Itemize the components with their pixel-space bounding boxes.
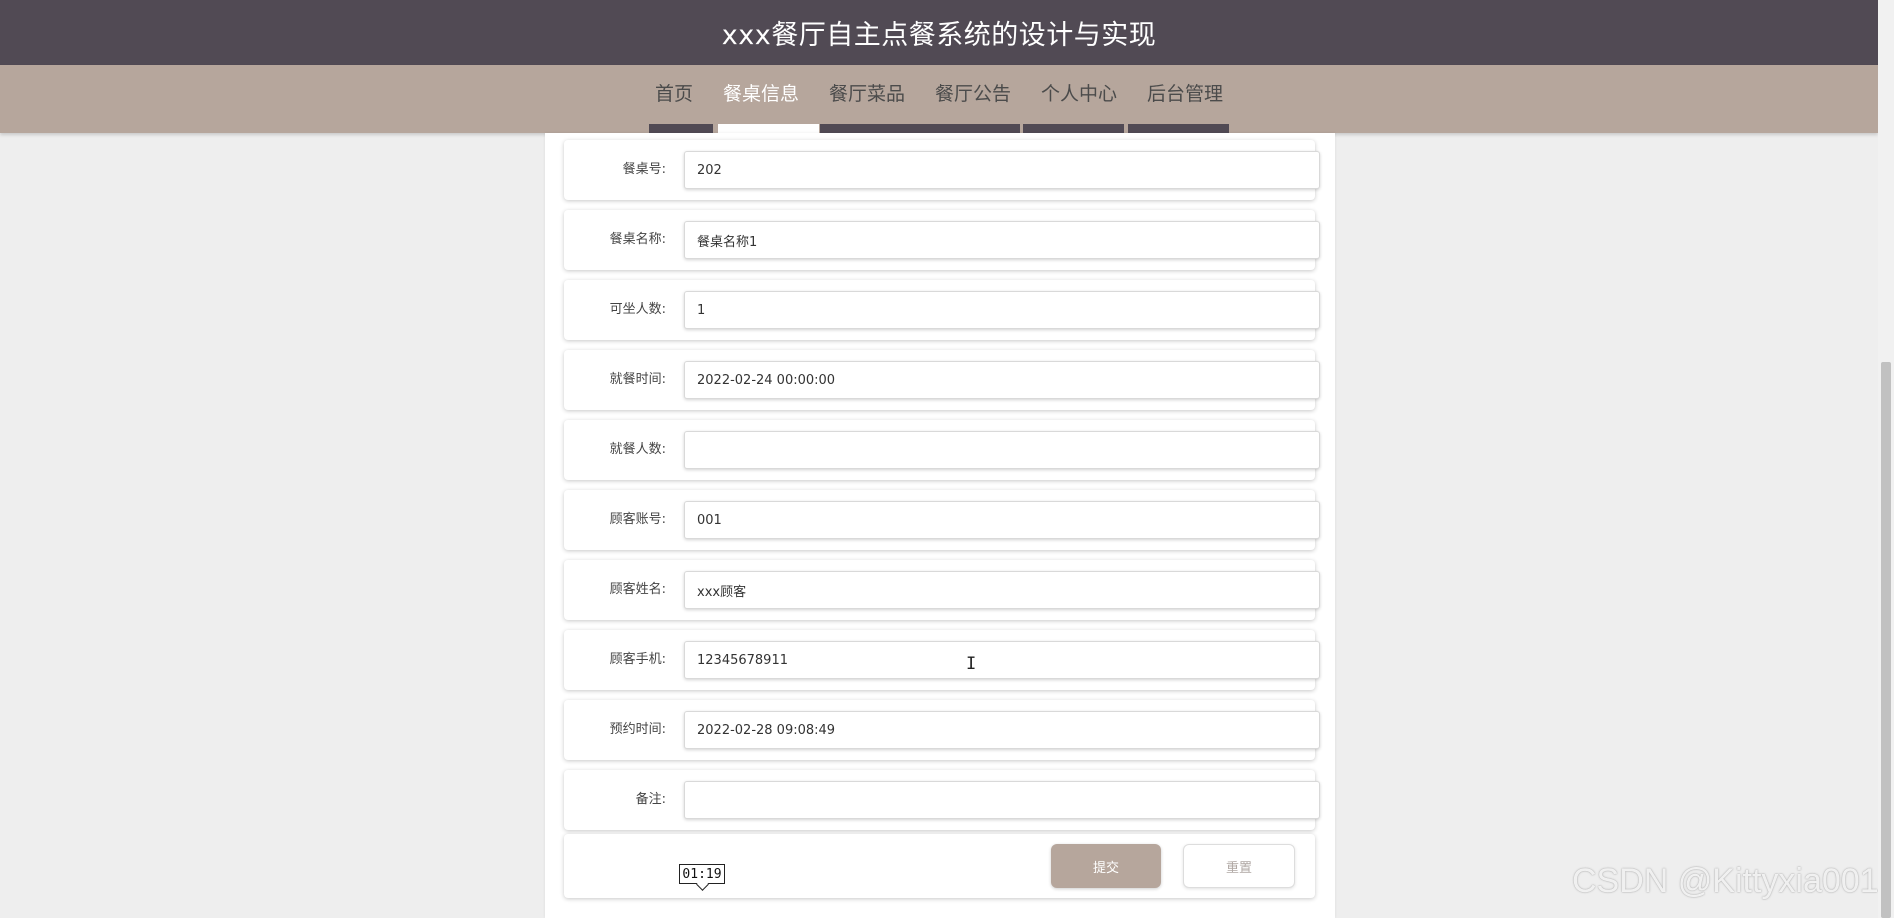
site-header: xxx餐厅自主点餐系统的设计与实现 [0, 0, 1878, 65]
nav-item-tables[interactable]: 餐桌信息 [708, 65, 814, 123]
main-nav: 首页 餐桌信息 餐厅菜品 餐厅公告 个人中心 后台管理 [0, 65, 1878, 133]
form-row-diners: 就餐人数: [564, 420, 1320, 480]
scrollbar-thumb[interactable] [1881, 362, 1891, 918]
input-diners[interactable] [684, 431, 1320, 469]
input-customer-phone[interactable] [684, 641, 1320, 679]
label-diners: 就餐人数: [609, 442, 666, 457]
submit-button[interactable]: 提交 [1051, 844, 1161, 888]
booking-form-panel: 餐桌号: 餐桌名称: 可坐人数: 就餐时间: 就餐人数: 顾客账号: 顾客姓名:… [545, 133, 1335, 918]
input-capacity[interactable] [684, 291, 1320, 329]
text-cursor-icon: I [966, 654, 977, 674]
label-remarks: 备注: [635, 792, 666, 807]
reset-button[interactable]: 重置 [1183, 844, 1295, 888]
nav-item-dishes[interactable]: 餐厅菜品 [814, 65, 920, 123]
form-row-table-name: 餐桌名称: [564, 210, 1320, 270]
input-remarks[interactable] [684, 781, 1320, 819]
form-actions: 提交 重置 [564, 834, 1315, 898]
site-title: xxx餐厅自主点餐系统的设计与实现 [721, 20, 1157, 51]
label-customer-account: 顾客账号: [609, 512, 666, 527]
nav-underline-admin [1128, 124, 1229, 133]
label-reservation-time: 预约时间: [609, 722, 666, 737]
form-row-table-number: 餐桌号: [564, 140, 1320, 200]
form-row-remarks: 备注: [564, 770, 1320, 830]
nav-underline-tables [718, 124, 819, 133]
nav-underline-home [649, 124, 713, 133]
input-dining-time[interactable] [684, 361, 1320, 399]
timestamp-tooltip: 01:19 [679, 864, 725, 884]
nav-underline-dishes-announcements [820, 124, 1020, 133]
label-customer-name: 顾客姓名: [609, 582, 666, 597]
label-table-number: 餐桌号: [622, 162, 666, 177]
form-row-customer-phone: 顾客手机: [564, 630, 1320, 690]
nav-underline-profile [1023, 124, 1124, 133]
form-row-customer-name: 顾客姓名: [564, 560, 1320, 620]
form-row-customer-account: 顾客账号: [564, 490, 1320, 550]
form-row-reservation-time: 预约时间: [564, 700, 1320, 760]
label-dining-time: 就餐时间: [609, 372, 666, 387]
label-customer-phone: 顾客手机: [609, 652, 666, 667]
label-capacity: 可坐人数: [609, 302, 666, 317]
nav-item-admin[interactable]: 后台管理 [1132, 65, 1238, 123]
form-row-dining-time: 就餐时间: [564, 350, 1320, 410]
watermark: CSDN @Kittyxia001 [1572, 862, 1879, 900]
nav-item-announcements[interactable]: 餐厅公告 [920, 65, 1026, 123]
input-reservation-time[interactable] [684, 711, 1320, 749]
nav-item-home[interactable]: 首页 [640, 65, 708, 123]
input-table-number[interactable] [684, 151, 1320, 189]
input-customer-name[interactable] [684, 571, 1320, 609]
label-table-name: 餐桌名称: [609, 232, 666, 247]
nav-item-profile[interactable]: 个人中心 [1026, 65, 1132, 123]
form-row-capacity: 可坐人数: [564, 280, 1320, 340]
page-scrollbar[interactable] [1878, 0, 1894, 918]
input-table-name[interactable] [684, 221, 1320, 259]
input-customer-account[interactable] [684, 501, 1320, 539]
nav-items: 首页 餐桌信息 餐厅菜品 餐厅公告 个人中心 后台管理 [0, 65, 1878, 123]
